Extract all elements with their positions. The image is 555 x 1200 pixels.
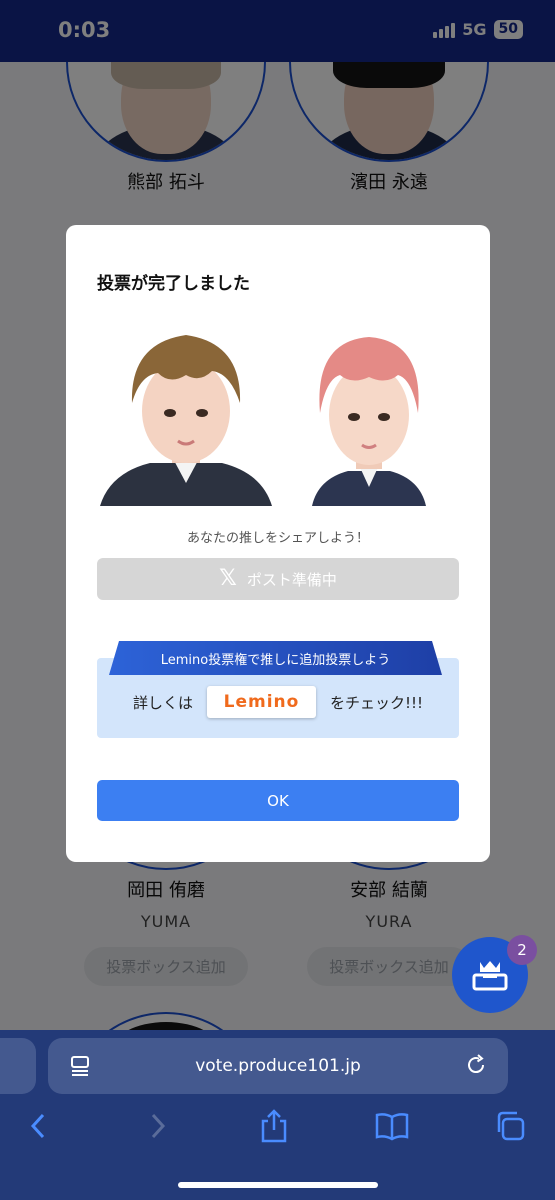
vote-count-badge: 2 xyxy=(507,935,537,965)
dialog-title: 投票が完了しました xyxy=(97,274,250,294)
address-bar[interactable]: vote.produce101.jp xyxy=(48,1038,508,1094)
ok-button[interactable]: OK xyxy=(97,780,459,821)
home-indicator[interactable] xyxy=(178,1182,378,1188)
lemino-prefix-text: 詳しくは xyxy=(132,693,193,712)
x-logo-icon: 𝕏 xyxy=(219,566,237,591)
forward-icon[interactable] xyxy=(140,1108,176,1144)
lemino-suffix-text: をチェック!!! xyxy=(329,693,424,712)
share-prompt-text: あなたの推しをシェアしよう！ xyxy=(186,531,369,546)
bookmarks-icon[interactable] xyxy=(374,1108,410,1144)
candidate-portrait xyxy=(304,323,434,506)
tabs-icon[interactable] xyxy=(492,1108,528,1144)
lemino-logo-link[interactable]: Lemino xyxy=(206,686,316,718)
x-post-button[interactable]: 𝕏 ポスト準備中 xyxy=(97,558,459,600)
lemino-promo-row: 詳しくは Lemino をチェック!!! xyxy=(97,685,459,719)
crown-ballot-box-icon xyxy=(472,961,508,991)
lemino-promo-banner: Lemino投票権で推しに追加投票しよう xyxy=(109,641,442,675)
browser-bottom-bar: vote.produce101.jp xyxy=(0,1030,555,1200)
url-text: vote.produce101.jp xyxy=(195,1056,361,1076)
vote-complete-dialog: 投票が完了しました あなたの推しをシェアしよう！ 𝕏 ポスト準備中 Lemino… xyxy=(66,225,490,862)
post-button-label: ポスト準備中 xyxy=(246,570,337,589)
share-icon[interactable] xyxy=(256,1108,292,1144)
browser-toolbar xyxy=(0,1108,555,1152)
previous-tab-preview[interactable] xyxy=(0,1038,36,1094)
candidate-portrait xyxy=(100,323,272,506)
reload-icon[interactable] xyxy=(464,1053,488,1077)
back-icon[interactable] xyxy=(20,1108,56,1144)
